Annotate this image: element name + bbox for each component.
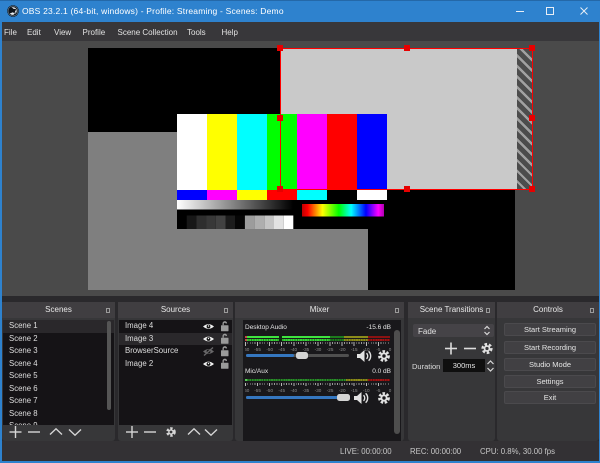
svg-text:-40: -40 xyxy=(290,388,297,393)
svg-text:-55: -55 xyxy=(254,388,261,393)
svg-text:-25: -25 xyxy=(327,388,334,393)
svg-text:-45: -45 xyxy=(278,347,285,352)
svg-text:-55: -55 xyxy=(254,347,261,352)
svg-text:-30: -30 xyxy=(315,347,322,352)
svg-text:-45: -45 xyxy=(278,388,285,393)
svg-text:-50: -50 xyxy=(266,388,273,393)
svg-text:-35: -35 xyxy=(303,388,310,393)
svg-text:-20: -20 xyxy=(339,347,346,352)
svg-text:-50: -50 xyxy=(266,347,273,352)
svg-text:-25: -25 xyxy=(327,347,334,352)
svg-text:-60: -60 xyxy=(245,347,250,352)
svg-text:-60: -60 xyxy=(245,388,250,393)
svg-text:-20: -20 xyxy=(339,388,346,393)
svg-text:-30: -30 xyxy=(315,388,322,393)
